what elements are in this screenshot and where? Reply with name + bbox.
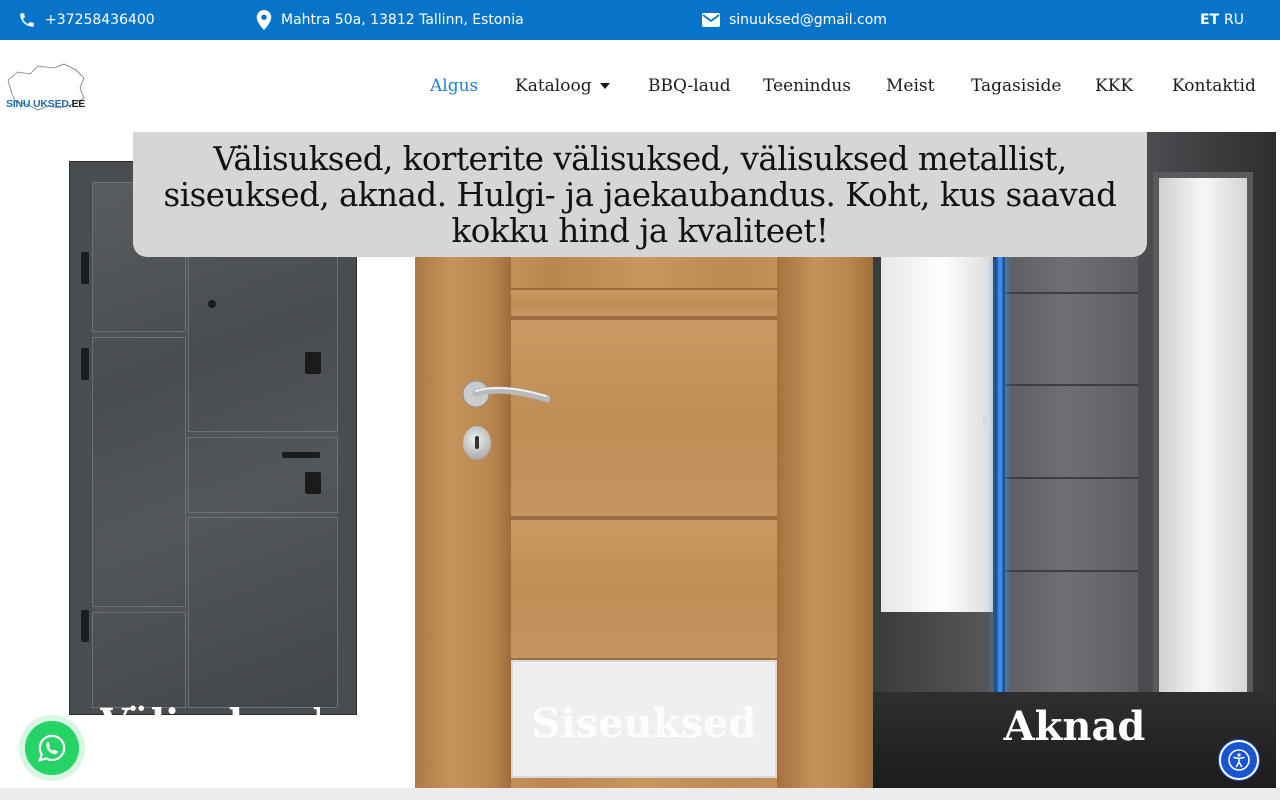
door-knob: [983, 417, 988, 425]
door-handle: [282, 452, 320, 458]
led-strip: [995, 257, 1005, 747]
address-contact[interactable]: Mahtra 50a, 13812 Tallinn, Estonia: [256, 0, 524, 40]
address-text: Mahtra 50a, 13812 Tallinn, Estonia: [281, 12, 524, 28]
whatsapp-icon: [38, 734, 66, 762]
language-ru[interactable]: RU: [1224, 0, 1244, 40]
nav-kkk[interactable]: KKK: [1095, 40, 1133, 132]
keyhole-icon: [463, 426, 491, 460]
nav-tagasiside[interactable]: Tagasiside: [971, 40, 1061, 132]
caret-down-icon: [599, 83, 610, 89]
top-contact-bar: +37258436400 Mahtra 50a, 13812 Tallinn, …: [0, 0, 1280, 40]
door-face: [92, 182, 338, 708]
bottom-divider: [0, 788, 1280, 800]
door-hinge: [81, 348, 89, 380]
phone-contact[interactable]: +37258436400: [18, 0, 155, 40]
door-hinge: [81, 610, 89, 642]
map-pin-icon: [256, 10, 272, 30]
category-label-valisuksed[interactable]: Välisuksed: [100, 704, 320, 724]
nav-kataloog[interactable]: Kataloog: [515, 40, 610, 132]
category-label-siseuksed[interactable]: Siseuksed: [415, 700, 873, 747]
door-lock: [305, 472, 321, 494]
door-peephole: [208, 300, 216, 308]
language-et[interactable]: ET: [1200, 0, 1219, 40]
door-handle-icon: [462, 380, 550, 408]
door-hinge: [81, 252, 89, 284]
site-header: SINU UKSED.EE: [0, 40, 1280, 132]
hero-headline: Välisuksed, korterite välisuksed, välisu…: [163, 139, 1117, 250]
nav-kataloog-label: Kataloog: [515, 76, 592, 96]
nav-bbq-laud[interactable]: BBQ-laud: [648, 40, 731, 132]
accessibility-icon: [1228, 749, 1250, 771]
phone-number: +37258436400: [45, 12, 155, 28]
category-label-aknad[interactable]: Aknad: [873, 703, 1276, 750]
whatsapp-button[interactable]: [25, 721, 79, 775]
accessibility-button[interactable]: [1219, 740, 1259, 780]
phone-icon: [18, 11, 36, 29]
door-lock: [305, 352, 321, 374]
email-text: sinuuksed@gmail.com: [729, 12, 887, 28]
nav-algus[interactable]: Algus: [430, 40, 478, 132]
hero-headline-banner: Välisuksed, korterite välisuksed, välisu…: [133, 132, 1147, 257]
site-logo[interactable]: SINU UKSED.EE: [4, 58, 90, 114]
envelope-icon: [702, 13, 720, 27]
nav-meist[interactable]: Meist: [886, 40, 934, 132]
glass-panel: [1153, 172, 1253, 702]
nav-kontaktid[interactable]: Kontaktid: [1172, 40, 1256, 132]
logo-text: SINU UKSED.EE: [6, 98, 86, 110]
email-contact[interactable]: sinuuksed@gmail.com: [702, 0, 887, 40]
nav-teenindus[interactable]: Teenindus: [763, 40, 851, 132]
